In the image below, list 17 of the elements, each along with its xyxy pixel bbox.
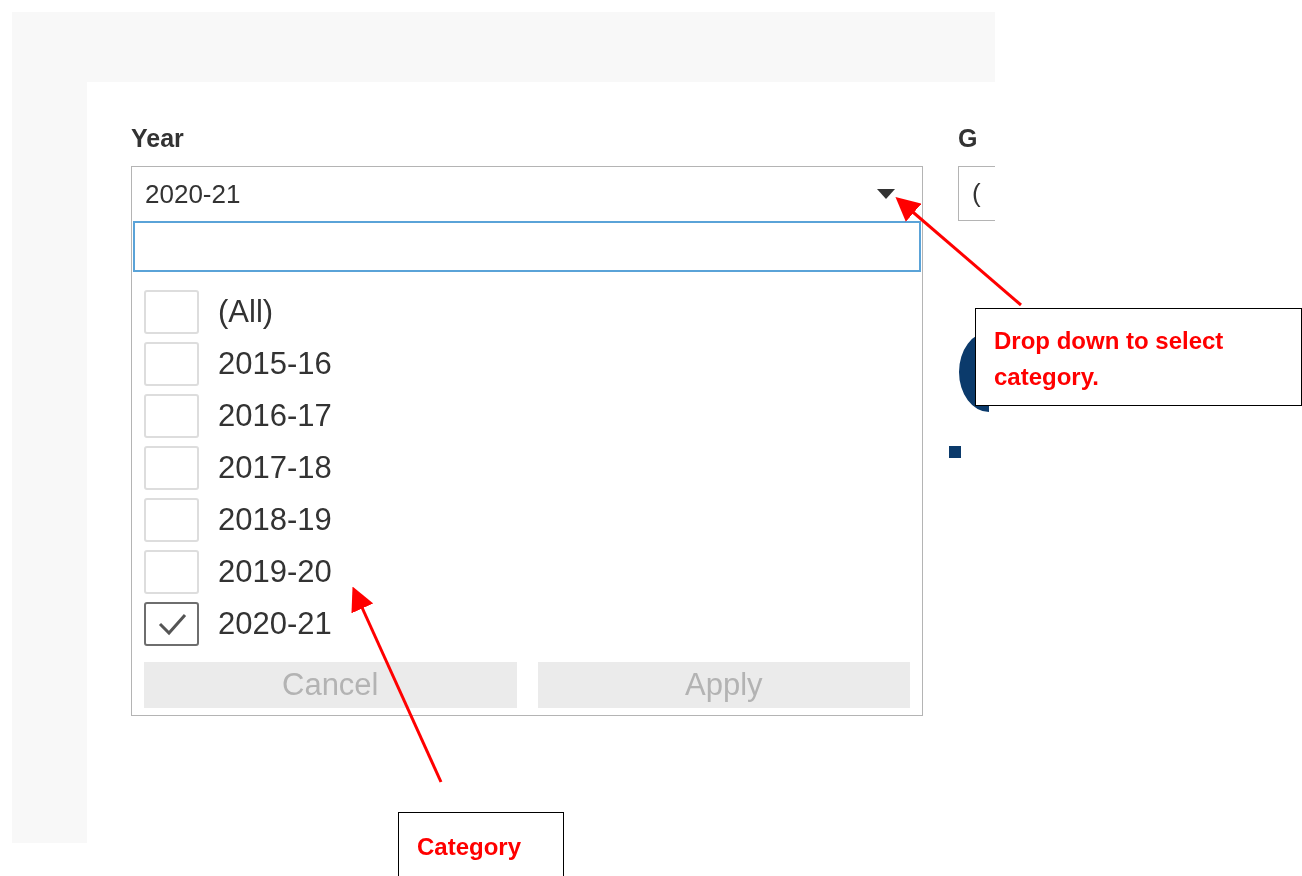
dropdown-select[interactable]: 2020-21 [131,166,923,221]
filter-label: G [958,123,979,154]
filter-label: Year [131,123,185,154]
checkmark-icon [156,612,187,636]
option-label[interactable]: 2015-16 [218,344,332,384]
caret-icon [877,189,895,199]
option-label[interactable]: 2019-20 [218,552,332,592]
option-label[interactable]: 2016-17 [218,396,332,436]
option-label[interactable]: 2018-19 [218,500,332,540]
option-label[interactable]: 2020-21 [218,604,332,644]
checkbox[interactable] [144,602,199,646]
option-label[interactable]: 2017-18 [218,448,332,488]
callout-note: Drop down to select category. [975,308,1302,406]
option-label[interactable]: (All) [218,292,274,332]
callout-note: Category [398,812,564,876]
search-field[interactable] [133,221,921,272]
dropdown-select[interactable]: ( [958,166,995,221]
